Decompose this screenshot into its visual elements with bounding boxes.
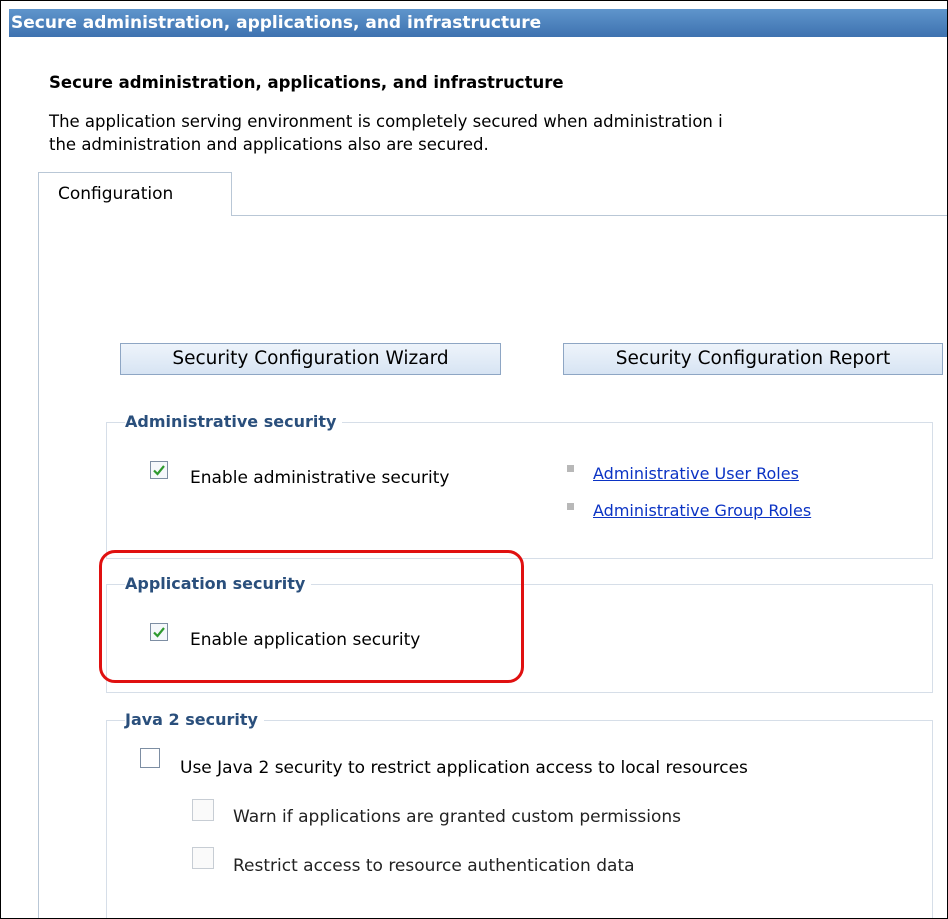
enable-administrative-security-label: Enable administrative security xyxy=(190,468,450,488)
admin-console-frame: Secure administration, applications, and… xyxy=(0,0,948,919)
administrative-security-group xyxy=(106,422,933,559)
use-java2-security-label: Use Java 2 security to restrict applicat… xyxy=(180,758,748,778)
page-title: Secure administration, applications, and… xyxy=(49,73,564,92)
window-title-bar: Secure administration, applications, and… xyxy=(9,9,947,37)
warn-custom-permissions-label: Warn if applications are granted custom … xyxy=(233,807,682,827)
tab-configuration[interactable]: Configuration xyxy=(38,172,232,216)
security-configuration-report-button[interactable]: Security Configuration Report xyxy=(563,343,943,375)
bullet-icon xyxy=(567,465,574,472)
enable-administrative-security-checkbox[interactable] xyxy=(150,461,168,479)
enable-application-security-checkbox[interactable] xyxy=(150,623,168,641)
checkmark-icon xyxy=(153,627,165,638)
page-description: The application serving environment is c… xyxy=(49,110,723,156)
use-java2-security-checkbox[interactable] xyxy=(140,748,160,768)
administrative-user-roles-link[interactable]: Administrative User Roles xyxy=(593,464,799,483)
administrative-group-roles-link[interactable]: Administrative Group Roles xyxy=(593,501,811,520)
description-line: the administration and applications also… xyxy=(49,135,489,154)
administrative-security-legend: Administrative security xyxy=(125,412,343,431)
application-security-legend: Application security xyxy=(125,574,312,593)
description-line: The application serving environment is c… xyxy=(49,112,723,131)
enable-application-security-label: Enable application security xyxy=(190,630,421,650)
restrict-resource-auth-data-checkbox[interactable] xyxy=(192,847,214,869)
warn-custom-permissions-checkbox[interactable] xyxy=(192,799,214,821)
restrict-resource-auth-data-label: Restrict access to resource authenticati… xyxy=(233,856,635,876)
bullet-icon xyxy=(567,503,574,510)
security-configuration-wizard-button[interactable]: Security Configuration Wizard xyxy=(120,343,501,375)
checkmark-icon xyxy=(153,465,165,476)
java2-security-legend: Java 2 security xyxy=(125,710,264,729)
